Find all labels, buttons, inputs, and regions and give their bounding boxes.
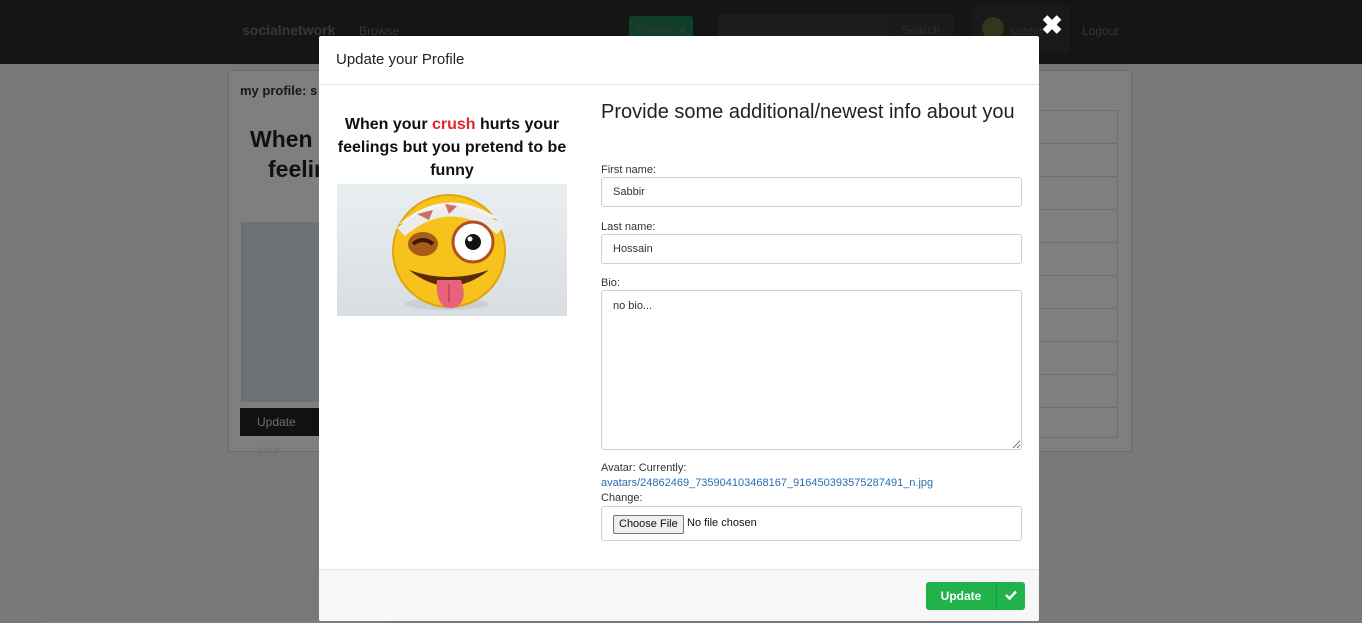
choose-file-button[interactable]: Choose File <box>613 515 684 534</box>
form-heading: Provide some additional/newest info abou… <box>601 101 1015 123</box>
bio-label: Bio: <box>601 277 620 289</box>
meme-caption-text: When your <box>344 116 432 133</box>
update-button[interactable]: Update <box>926 582 1025 610</box>
last-name-input[interactable] <box>601 234 1022 264</box>
bio-textarea[interactable]: no bio... <box>601 290 1022 450</box>
first-name-input[interactable] <box>601 177 1022 207</box>
update-button-label: Update <box>940 589 982 603</box>
injured-emoji-icon <box>392 194 506 310</box>
modal-title: Update your Profile <box>336 51 465 68</box>
avatar-label: Avatar: Currently: <box>601 462 687 474</box>
update-profile-modal: Update your Profile When your crush hurt… <box>319 36 1039 621</box>
avatar-file-input: Choose File No file chosen <box>601 506 1022 541</box>
change-avatar-label: Change: <box>601 492 643 504</box>
emoji-photo <box>337 184 567 316</box>
meme-image: When your crush hurts your feelings but … <box>337 108 567 318</box>
meme-caption-highlight: crush <box>431 116 476 133</box>
current-avatar-link[interactable]: avatars/24862469_735904103468167_9164503… <box>601 477 933 489</box>
close-icon[interactable]: ✖ <box>1040 12 1064 38</box>
no-file-chosen-text: No file chosen <box>687 517 757 529</box>
meme-caption: When your crush hurts your feelings but … <box>337 113 567 182</box>
last-name-label: Last name: <box>601 221 656 233</box>
first-name-label: First name: <box>601 164 657 176</box>
check-icon <box>997 582 1025 610</box>
modal-header: Update your Profile <box>319 36 1039 85</box>
modal-footer: Update <box>319 569 1039 621</box>
